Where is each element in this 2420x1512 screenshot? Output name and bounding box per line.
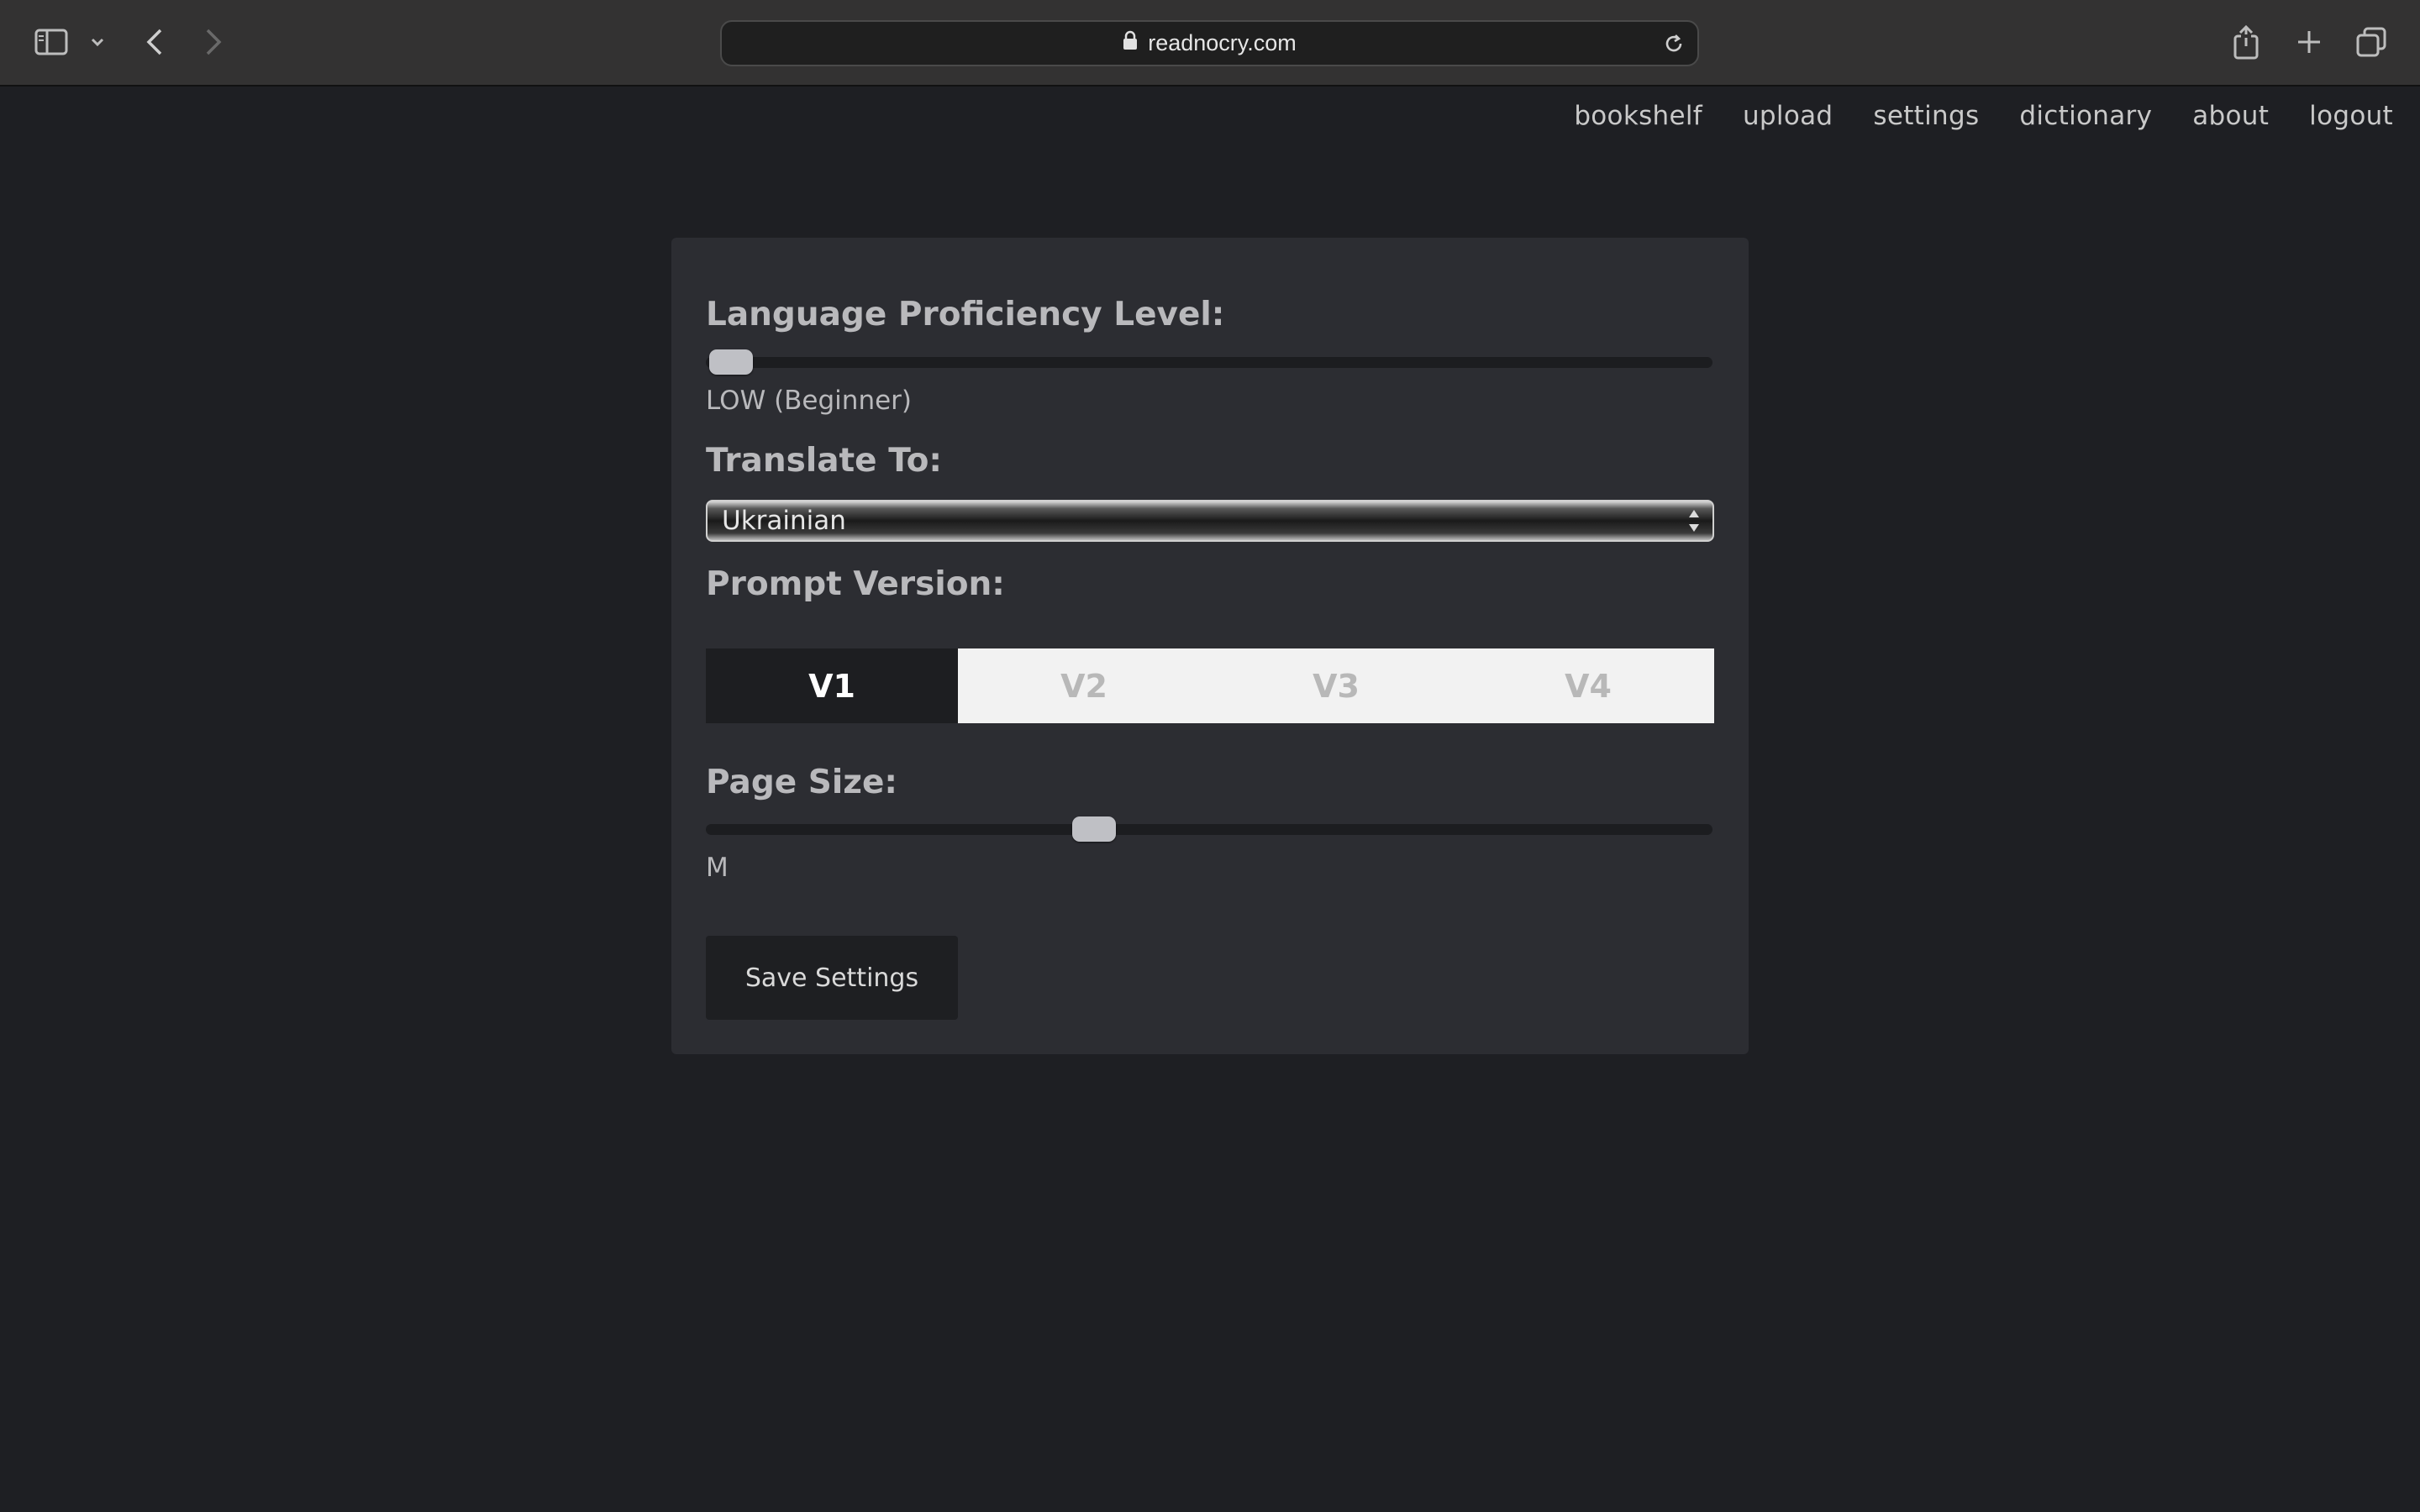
translate-select[interactable]: Ukrainian	[706, 500, 1714, 542]
tabs-icon[interactable]	[2354, 25, 2388, 59]
page-size-slider-thumb[interactable]	[1072, 816, 1117, 842]
chevron-down-icon[interactable]	[87, 32, 108, 52]
top-nav: bookshelf upload settings dictionary abo…	[1574, 94, 2393, 138]
save-settings-button[interactable]: Save Settings	[706, 936, 958, 1020]
prompt-version-v1[interactable]: V1	[706, 648, 958, 723]
translate-label: Translate To:	[706, 442, 943, 480]
prompt-version-selector: V1 V2 V3 V4	[706, 648, 1714, 723]
url-text: readnocry.com	[1148, 30, 1297, 55]
select-arrows-icon	[1687, 507, 1701, 534]
browser-toolbar: readnocry.com	[0, 0, 2420, 87]
page-size-value: M	[706, 853, 729, 883]
forward-icon[interactable]	[200, 25, 227, 59]
prompt-version-v2[interactable]: V2	[958, 648, 1210, 723]
page-size-label: Page Size:	[706, 764, 898, 801]
proficiency-label: Language Proficiency Level:	[706, 296, 1225, 333]
address-bar[interactable]: readnocry.com	[720, 20, 1699, 66]
proficiency-slider[interactable]	[706, 349, 1712, 375]
plus-icon[interactable]	[2292, 25, 2326, 59]
proficiency-slider-thumb[interactable]	[709, 349, 753, 375]
prompt-version-v3[interactable]: V3	[1210, 648, 1462, 723]
prompt-version-v4[interactable]: V4	[1462, 648, 1714, 723]
translate-selected-value: Ukrainian	[722, 506, 846, 536]
page-size-slider[interactable]	[706, 816, 1712, 842]
reload-icon[interactable]	[1662, 32, 1686, 59]
nav-logout[interactable]: logout	[2309, 101, 2393, 131]
nav-dictionary[interactable]: dictionary	[2019, 101, 2152, 131]
lock-icon	[1123, 30, 1138, 56]
nav-about[interactable]: about	[2192, 101, 2269, 131]
nav-upload[interactable]: upload	[1743, 101, 1833, 131]
proficiency-value: LOW (Beginner)	[706, 386, 913, 416]
sidebar-icon[interactable]	[32, 25, 71, 59]
back-icon[interactable]	[141, 25, 168, 59]
nav-settings[interactable]: settings	[1873, 101, 1979, 131]
nav-bookshelf[interactable]: bookshelf	[1574, 101, 1702, 131]
prompt-version-label: Prompt Version:	[706, 565, 1005, 603]
share-icon[interactable]	[2231, 24, 2261, 60]
settings-card: Language Proficiency Level: LOW (Beginne…	[671, 238, 1749, 1054]
